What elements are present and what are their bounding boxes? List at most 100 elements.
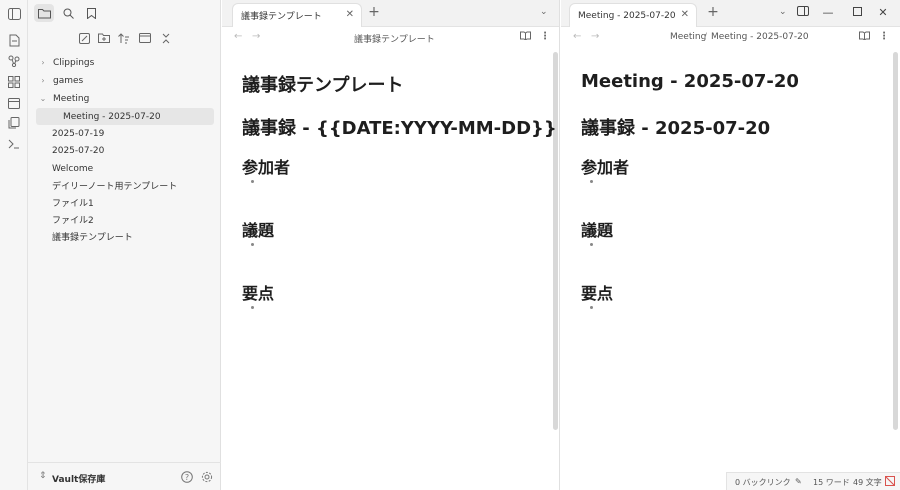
help-icon[interactable]: ? bbox=[180, 470, 194, 484]
tree-item-label: 2025-07-19 bbox=[52, 128, 105, 139]
maximize-icon[interactable] bbox=[850, 6, 864, 19]
tab-label: Meeting - 2025-07-20 bbox=[578, 10, 676, 21]
forward-arrow-icon[interactable]: → bbox=[591, 31, 599, 42]
tree-item-label: Meeting bbox=[53, 93, 90, 104]
inline-file-title[interactable]: 議事録テンプレート bbox=[242, 71, 403, 97]
view-title[interactable]: 議事録テンプレート bbox=[354, 32, 435, 45]
sidebar-right-toggle-icon[interactable] bbox=[796, 6, 810, 19]
forward-arrow-icon[interactable]: → bbox=[252, 31, 260, 42]
file-item-2025-07-20[interactable]: 2025-07-20 bbox=[52, 142, 214, 159]
heading-1: 議事録 - {{DATE:YYYY-MM-DD}} bbox=[242, 118, 557, 139]
canvas-icon[interactable] bbox=[6, 74, 22, 90]
file-item-meeting-2025-07-20[interactable]: Meeting - 2025-07-20 bbox=[36, 108, 214, 125]
tree-item-label: ファイル2 bbox=[52, 216, 94, 226]
vault-name[interactable]: Vault保存庫 bbox=[52, 472, 105, 485]
tree-item-label: Welcome bbox=[52, 163, 94, 174]
heading-agenda: 議題 bbox=[242, 221, 275, 240]
folder-item-meeting[interactable]: ⌄ Meeting bbox=[38, 90, 214, 107]
close-icon[interactable]: ✕ bbox=[681, 9, 689, 20]
heading-participants: 参加者 bbox=[581, 158, 630, 177]
chevron-down-icon[interactable]: ⌄ bbox=[779, 7, 787, 17]
graph-view-icon[interactable] bbox=[6, 53, 22, 69]
tree-item-label: Meeting - 2025-07-20 bbox=[63, 111, 161, 122]
calendar-icon[interactable] bbox=[6, 95, 22, 111]
tree-item-label: デイリーノート用テンプレート bbox=[52, 182, 178, 192]
vault-footer: ⇕ Vault保存庫 ? bbox=[28, 462, 221, 490]
heading-1: 議事録 - 2025-07-20 bbox=[581, 118, 771, 139]
breadcrumb-folder[interactable]: Meeting bbox=[670, 32, 706, 42]
folder-item-games[interactable]: › games bbox=[38, 72, 214, 89]
close-window-icon[interactable]: ✕ bbox=[876, 6, 890, 19]
copy-icon[interactable] bbox=[6, 115, 22, 131]
breadcrumb-file[interactable]: Meeting - 2025-07-20 bbox=[711, 32, 809, 42]
vault-switcher-icon[interactable]: ⇕ bbox=[39, 471, 47, 481]
backlinks-count[interactable]: 0 バックリンク bbox=[735, 477, 791, 488]
view-header-right: ← → Meeting / Meeting - 2025-07-20 ⋮ bbox=[561, 28, 900, 48]
minimize-icon[interactable]: — bbox=[821, 6, 835, 19]
new-tab-plus-icon[interactable]: + bbox=[706, 5, 720, 19]
settings-gear-icon[interactable] bbox=[200, 470, 214, 484]
new-note-icon[interactable] bbox=[6, 32, 22, 48]
tree-item-label: 2025-07-20 bbox=[52, 145, 105, 156]
close-icon[interactable]: ✕ bbox=[346, 9, 354, 20]
tab-label: 議事録テンプレート bbox=[241, 12, 322, 22]
char-count: 49 文字 bbox=[853, 478, 882, 487]
breadcrumb-separator: / bbox=[704, 32, 708, 42]
new-note-icon[interactable] bbox=[76, 30, 92, 46]
file-item-file1[interactable]: ファイル1 bbox=[52, 194, 214, 211]
ribbon bbox=[0, 0, 28, 490]
list-bullet bbox=[590, 243, 593, 246]
file-item-file2[interactable]: ファイル2 bbox=[52, 211, 214, 228]
file-item-meeting-template[interactable]: 議事録テンプレート bbox=[52, 228, 214, 245]
chevron-right-icon: › bbox=[41, 58, 45, 67]
file-explorer-sidebar: › Clippings › games ⌄ Meeting Meeting - … bbox=[28, 0, 221, 490]
word-count: 15 ワード bbox=[813, 478, 850, 487]
svg-text:?: ? bbox=[185, 473, 189, 482]
heading-agenda: 議題 bbox=[581, 221, 614, 240]
status-bar: 0 バックリンク ✎ 15 ワード 49 文字 bbox=[726, 472, 900, 490]
tree-item-label: ファイル1 bbox=[52, 199, 94, 209]
sort-icon[interactable] bbox=[116, 30, 132, 46]
reading-view-book-icon[interactable] bbox=[520, 31, 531, 43]
tab-meeting-template[interactable]: 議事録テンプレート ✕ bbox=[232, 3, 362, 27]
back-arrow-icon[interactable]: ← bbox=[234, 31, 242, 42]
heading-key-points: 要点 bbox=[581, 284, 614, 303]
collapse-all-icon[interactable] bbox=[158, 30, 174, 46]
list-bullet bbox=[251, 243, 254, 246]
new-tab-plus-icon[interactable]: + bbox=[367, 5, 381, 19]
list-bullet bbox=[251, 306, 254, 309]
files-tab-folder-icon[interactable] bbox=[34, 4, 54, 22]
file-item-daily-note-template[interactable]: デイリーノート用テンプレート bbox=[52, 177, 214, 194]
folder-item-clippings[interactable]: › Clippings bbox=[38, 54, 214, 71]
chevron-down-icon: ⌄ bbox=[39, 94, 47, 103]
sync-error-icon[interactable] bbox=[885, 476, 895, 488]
tree-item-label: 議事録テンプレート bbox=[52, 233, 133, 243]
file-item-welcome[interactable]: Welcome bbox=[52, 160, 214, 177]
reading-view-book-icon[interactable] bbox=[859, 31, 870, 43]
more-options-icon[interactable]: ⋮ bbox=[540, 31, 550, 42]
bookmark-tab-icon[interactable] bbox=[81, 4, 101, 22]
heading-participants: 参加者 bbox=[242, 158, 291, 177]
more-options-icon[interactable]: ⋮ bbox=[879, 31, 889, 42]
list-bullet bbox=[590, 306, 593, 309]
collapse-view-icon[interactable] bbox=[137, 30, 153, 46]
editor-pane-right: Meeting - 2025-07-20 ✕ + ⌄ — ✕ ← → Meeti… bbox=[561, 0, 900, 490]
tab-meeting-2025-07-20[interactable]: Meeting - 2025-07-20 ✕ bbox=[569, 3, 697, 27]
search-tab-icon[interactable] bbox=[58, 4, 78, 22]
tab-bar-left: 議事録テンプレート ✕ + ⌄ bbox=[222, 0, 559, 27]
scrollbar-right[interactable] bbox=[893, 52, 898, 430]
editor-pane-left: 議事録テンプレート ✕ + ⌄ ← → 議事録テンプレート ⋮ 議事録テンプレー… bbox=[222, 0, 560, 490]
scrollbar-left[interactable] bbox=[553, 52, 558, 430]
heading-key-points: 要点 bbox=[242, 284, 275, 303]
file-item-2025-07-19[interactable]: 2025-07-19 bbox=[52, 125, 214, 142]
back-arrow-icon[interactable]: ← bbox=[573, 31, 581, 42]
new-folder-icon[interactable] bbox=[96, 30, 112, 46]
chevron-down-icon[interactable]: ⌄ bbox=[540, 7, 548, 17]
chevron-right-icon: › bbox=[41, 76, 45, 85]
terminal-icon[interactable] bbox=[6, 136, 22, 152]
sidebar-toggle-icon[interactable] bbox=[6, 6, 22, 22]
list-bullet bbox=[590, 180, 593, 183]
edit-pencil-icon[interactable]: ✎ bbox=[795, 477, 802, 486]
list-bullet bbox=[251, 180, 254, 183]
inline-file-title[interactable]: Meeting - 2025-07-20 bbox=[581, 71, 799, 92]
